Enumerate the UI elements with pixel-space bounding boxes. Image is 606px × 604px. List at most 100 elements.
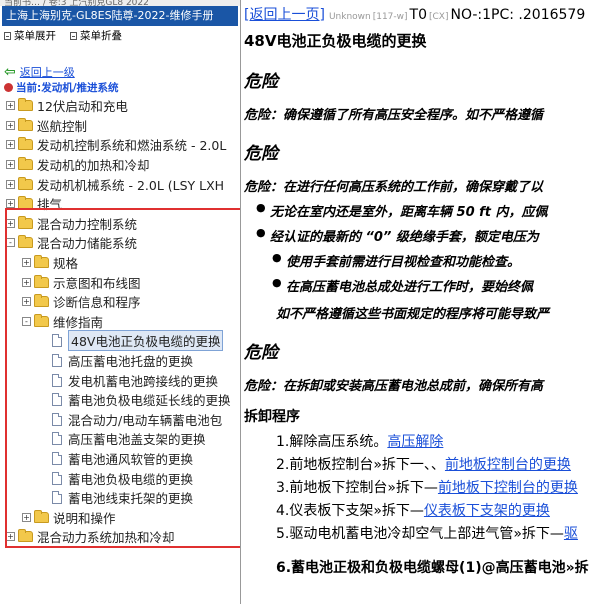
tree-item-folder[interactable]: - 维修指南 [0,312,240,332]
expand-toggle-icon[interactable]: + [6,140,15,150]
tree-item-document[interactable]: 蓄电池负极电缆的更换 [0,468,240,488]
danger-sub-bullet: 在高压蓄电池总成处进行工作时，要始终佩 [272,276,606,295]
tree-item-document[interactable]: 蓄电池线束托架的更换 [0,488,240,508]
expand-toggle-icon[interactable]: + [6,120,15,130]
danger-bullet: 经认证的最新的 “0” 级绝缘手套，额定电压为 [256,226,606,245]
expand-toggle-icon[interactable]: + [22,297,31,307]
tree-item-label[interactable]: 排气 [37,194,62,213]
tree-item-folder[interactable]: + 混合动力控制系统 [0,214,240,234]
document-body: 48V电池正负极电缆的更换 危险 危险：确保遵循了所有高压安全程序。如不严格遵循… [242,30,606,577]
step-link[interactable]: 高压解除 [387,434,443,450]
tree-item-folder[interactable]: + 混合动力系统加热和冷却 [0,527,240,547]
tree-item-folder[interactable]: + 示意图和布线图 [0,272,240,292]
tree-item-label[interactable]: 蓄电池通风软管的更换 [68,449,193,468]
menu-tree: +12伏启动和充电 + 巡航控制 + 发动机控制系统和燃油系统 - 2.0L + 发动机的加… [0,96,240,547]
tree-item-label[interactable]: 发动机控制系统和燃油系统 - 2.0L [37,135,226,154]
tree-item-label[interactable]: 规格 [53,253,78,272]
expand-toggle-icon[interactable]: + [6,199,15,209]
step-link[interactable]: 驱 [564,526,578,542]
section-title: 拆卸程序 [244,409,300,425]
tree-item-label[interactable]: 维修指南 [53,312,103,331]
page-title: 48V电池正负极电缆的更换 [244,32,427,50]
folder-icon [18,98,33,112]
tree-item-folder[interactable]: + 巡航控制 [0,116,240,136]
tree-item-label[interactable]: 混合动力/电动车辆蓄电池包 [68,410,222,429]
tree-item-label[interactable]: 48V电池正负极电缆的更换 [68,330,224,352]
tree-item-label[interactable]: 蓄电池负极电缆延长线的更换 [68,390,231,409]
procedure-step: 3.前地板下控制台»拆下—前地板下控制台的更换 [276,477,606,496]
tree-item-folder[interactable]: + 发动机控制系统和燃油系统 - 2.0L [0,135,240,155]
tree-item-label[interactable]: 发电机蓄电池跨接线的更换 [68,371,218,390]
collapse-toggle-icon[interactable]: - [22,316,31,326]
current-location-icon [4,83,13,92]
tree-item-label[interactable]: 发动机机械系统 - 2.0L (LSY LXH [37,175,224,194]
expand-menu-button[interactable]: 菜单展开 [4,26,56,46]
tree-item-label[interactable]: 巡航控制 [37,116,87,135]
navigation-pane: 当前书… / 卷:3 上汽别克GL8 2022 上海上海别克-GL8ES陆尊-2… [0,0,241,604]
document-icon [52,373,62,387]
tree-item-label[interactable]: 说明和操作 [53,508,116,527]
tree-item-label[interactable]: 发动机的加热和冷却 [37,155,150,174]
tree-item-document[interactable]: 蓄电池负极电缆延长线的更换 [0,390,240,410]
tree-item-label[interactable]: 高压蓄电池盖支架的更换 [68,429,206,448]
collapse-toggle-icon[interactable]: - [6,238,15,248]
back-page-link[interactable]: [返回上一页] [244,4,325,24]
danger-sub-bullet-list: 使用手套前需进行目视检查和功能检查。 在高压蓄电池总成处进行工作时，要始终佩 [272,251,606,295]
back-to-parent[interactable]: ⇦ 返回上一级 [4,64,75,80]
expand-toggle-icon[interactable]: + [6,532,15,542]
tree-item-label[interactable]: 诊断信息和程序 [53,292,141,311]
tree-item-folder[interactable]: +12伏启动和充电 [0,96,240,116]
tree-item-folder[interactable]: - 混合动力储能系统 [0,233,240,253]
back-to-parent-link[interactable]: 返回上一级 [20,64,75,80]
document-icon [52,393,62,407]
tree-item-folder[interactable]: + 发动机的加热和冷却 [0,155,240,175]
tree-item-folder[interactable]: + 说明和操作 [0,507,240,527]
document-icon [52,432,62,446]
danger-heading-3: 危险 [244,343,278,363]
danger-heading-1: 危险 [244,72,278,92]
procedure-steps: 1.解除高压系统。高压解除 2.前地板控制台»拆下一、、前地板控制台的更换 3.… [276,431,606,542]
tree-item-label[interactable]: 混合动力控制系统 [37,214,137,233]
tree-item-document[interactable]: 高压蓄电池托盘的更换 [0,351,240,371]
expand-toggle-icon[interactable]: + [22,512,31,522]
expand-toggle-icon[interactable]: + [22,277,31,287]
tree-item-document[interactable]: 48V电池正负极电缆的更换 [0,330,240,352]
tree-item-folder[interactable]: + 诊断信息和程序 [0,292,240,312]
folder-icon [18,117,33,131]
procedure-step-partial: 6.蓄电池正极和负极电缆螺母(1)@高压蓄电池»拆 [276,560,589,576]
step-link[interactable]: 仪表板下支架的更换 [424,503,550,519]
tree-item-label[interactable]: 混合动力系统加热和冷却 [37,527,175,546]
document-icon [52,491,62,505]
current-path-label: 当前:发动机/推进系统 [16,82,119,94]
tree-item-label[interactable]: 示意图和布线图 [53,273,141,292]
tree-item-folder[interactable]: + 排气 [0,194,240,214]
step-text: 5.驱动电机蓄电池冷却空气上部进气管»拆下— [276,526,564,542]
tree-item-folder[interactable]: + 规格 [0,253,240,273]
tree-item-document[interactable]: 发电机蓄电池跨接线的更换 [0,370,240,390]
tree-item-document[interactable]: 混合动力/电动车辆蓄电池包 [0,410,240,430]
tree-item-label[interactable]: 蓄电池负极电缆的更换 [68,469,193,488]
tree-item-document[interactable]: 高压蓄电池盖支架的更换 [0,429,240,449]
expand-toggle-icon[interactable]: + [6,160,15,170]
step-link[interactable]: 前地板下控制台的更换 [438,480,578,496]
tree-item-label[interactable]: 混合动力储能系统 [37,233,137,252]
step-link[interactable]: 前地板控制台的更换 [445,457,571,473]
folder-icon [18,157,33,171]
tree-item-document[interactable]: 蓄电池通风软管的更换 [0,449,240,469]
expand-toggle-icon[interactable]: + [22,258,31,268]
procedure-step: 4.仪表板下支架»拆下—仪表板下支架的更换 [276,500,606,519]
step-text: 4.仪表板下支架»拆下— [276,503,424,519]
expand-toggle-icon[interactable]: + [6,179,15,189]
document-icon [52,451,62,465]
tree-item-folder[interactable]: + 发动机机械系统 - 2.0L (LSY LXH [0,174,240,194]
tree-item-label[interactable]: 高压蓄电池托盘的更换 [68,351,193,370]
tree-item-label[interactable]: 12伏启动和充电 [37,96,128,115]
meta-cx: [CX] [429,12,449,22]
document-icon [52,334,62,348]
folder-icon [34,274,49,288]
step-text: 3.前地板下控制台»拆下— [276,480,438,496]
expand-toggle-icon[interactable]: + [6,101,15,111]
expand-toggle-icon[interactable]: + [6,218,15,228]
tree-item-label[interactable]: 蓄电池线束托架的更换 [68,488,193,507]
collapse-menu-button[interactable]: 菜单折叠 [70,26,122,46]
